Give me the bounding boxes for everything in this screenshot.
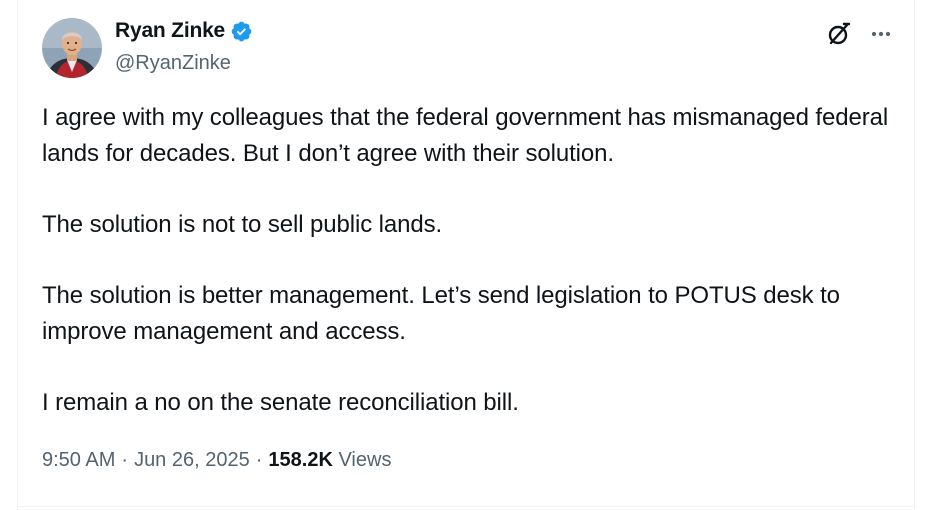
- tweet-card: Ryan Zinke @RyanZinke I agree with my co…: [17, 0, 915, 510]
- more-options-icon[interactable]: [866, 19, 896, 49]
- meta-separator: ·: [121, 449, 129, 471]
- views-count[interactable]: 158.2K: [268, 449, 333, 471]
- author-name[interactable]: Ryan Zinke: [115, 19, 225, 43]
- tweet-paragraph: The solution is better management. Let’s…: [42, 282, 840, 345]
- author-name-row[interactable]: Ryan Zinke: [115, 19, 253, 43]
- avatar-image: [42, 18, 102, 78]
- meta-separator: ·: [255, 449, 263, 471]
- views-label[interactable]: Views: [338, 449, 391, 471]
- tweet-time[interactable]: 9:50 AM: [42, 449, 115, 471]
- tweet-metadata: 9:50 AM · Jun 26, 2025 · 158.2K Views: [42, 449, 391, 472]
- tweet-paragraph: I agree with my colleagues that the fede…: [42, 104, 889, 167]
- tweet-date[interactable]: Jun 26, 2025: [134, 449, 250, 471]
- avatar[interactable]: [42, 18, 102, 78]
- author-handle[interactable]: @RyanZinke: [115, 52, 231, 75]
- verified-badge-icon: [230, 20, 253, 43]
- grok-icon[interactable]: [824, 19, 854, 49]
- tweet-paragraph: I remain a no on the senate reconciliati…: [42, 389, 519, 416]
- tweet-text: I agree with my colleagues that the fede…: [42, 100, 902, 421]
- tweet-paragraph: The solution is not to sell public lands…: [42, 211, 443, 238]
- divider: [18, 506, 914, 507]
